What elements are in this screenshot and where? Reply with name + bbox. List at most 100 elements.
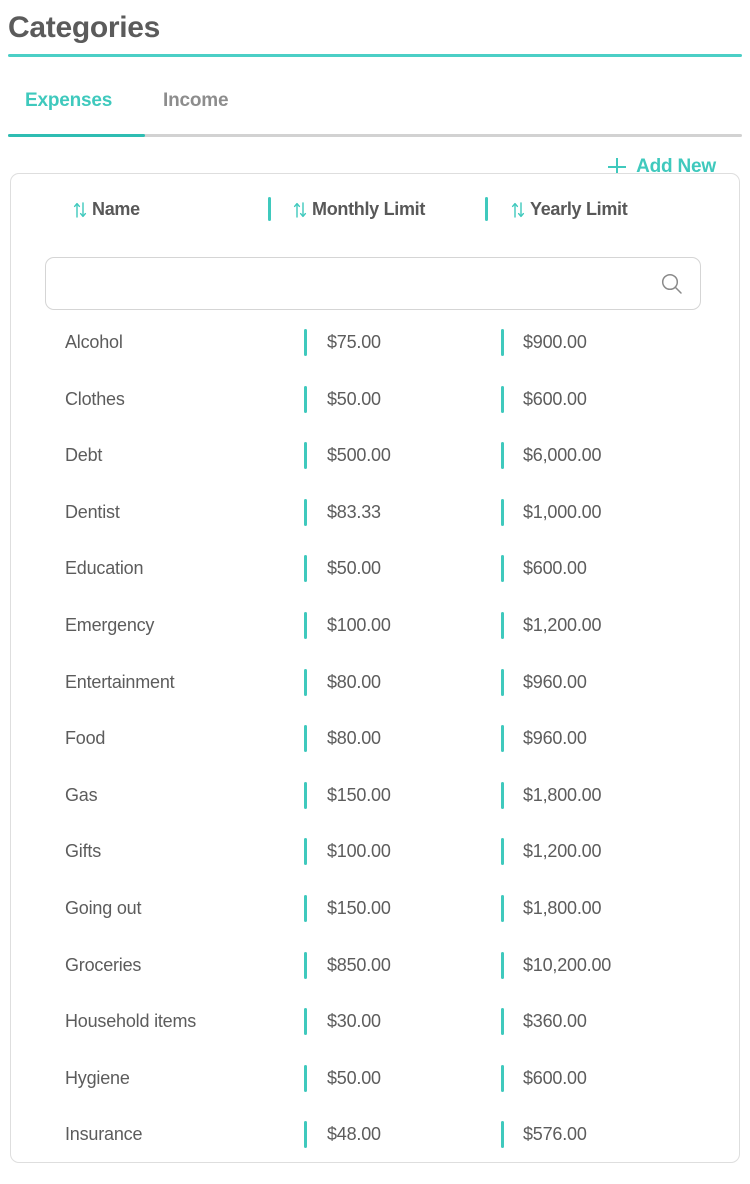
- table-row[interactable]: Gifts $100.00 $1,200.00: [11, 829, 740, 886]
- cell-category-name: Going out: [65, 898, 141, 919]
- row-separator-1: [304, 669, 307, 696]
- cell-monthly-limit: $850.00: [327, 955, 391, 976]
- column-header-yearly-limit-label: Yearly Limit: [530, 199, 627, 220]
- table-row[interactable]: Emergency$100.00$1,200.00: [11, 603, 740, 660]
- row-separator-2: [501, 838, 504, 865]
- sort-updown-icon: [73, 201, 87, 219]
- column-header-name[interactable]: Name: [73, 199, 140, 220]
- cell-monthly-limit: $80.00: [327, 672, 381, 693]
- tab-income[interactable]: Income: [163, 88, 228, 114]
- cell-yearly-limit: $960.00: [523, 728, 587, 749]
- table-row[interactable]: Dentist $83.33 $1,000.00: [11, 490, 740, 547]
- table-row[interactable]: Household items $30.00 $360.00: [11, 999, 740, 1056]
- cell-yearly-limit: $1,800.00: [523, 785, 601, 806]
- table-row[interactable]: Hygiene$50.00$600.00: [11, 1056, 740, 1113]
- cell-category-name: Gas: [65, 785, 97, 806]
- cell-yearly-limit: $1,000.00: [523, 502, 601, 523]
- page-title: Categories: [8, 8, 160, 48]
- cell-yearly-limit: $600.00: [523, 389, 587, 410]
- cell-yearly-limit: $960.00: [523, 672, 587, 693]
- table-row[interactable]: Going out $150.00 $1,800.00: [11, 886, 740, 943]
- categories-card: Name Monthly Limit: [10, 173, 740, 1163]
- cell-monthly-limit: $50.00: [327, 1068, 381, 1089]
- row-separator-2: [501, 499, 504, 526]
- tab-bar: Expenses Income Add New: [0, 72, 750, 134]
- row-separator-2: [501, 1121, 504, 1148]
- cell-monthly-limit: $48.00: [327, 1124, 381, 1145]
- table-row[interactable]: Education$50.00$600.00: [11, 546, 740, 603]
- table-row[interactable]: Alcohol $75.00 $900.00: [11, 320, 740, 377]
- cell-yearly-limit: $6,000.00: [523, 445, 601, 466]
- row-separator-2: [501, 386, 504, 413]
- table-row[interactable]: Entertainment $80.00 $960.00: [11, 660, 740, 717]
- table-row[interactable]: Debt $500.00 $6,000.00: [11, 433, 740, 490]
- cell-monthly-limit: $75.00: [327, 332, 381, 353]
- row-separator-2: [501, 725, 504, 752]
- cell-monthly-limit: $150.00: [327, 785, 391, 806]
- cell-monthly-limit: $80.00: [327, 728, 381, 749]
- sort-updown-icon: [293, 201, 307, 219]
- row-separator-1: [304, 1008, 307, 1035]
- row-separator-1: [304, 838, 307, 865]
- cell-yearly-limit: $360.00: [523, 1011, 587, 1032]
- column-header-yearly-limit[interactable]: Yearly Limit: [511, 199, 627, 220]
- cell-category-name: Debt: [65, 445, 102, 466]
- cell-category-name: Household items: [65, 1011, 196, 1032]
- cell-category-name: Insurance: [65, 1124, 142, 1145]
- row-separator-2: [501, 895, 504, 922]
- tab-underline-active: [8, 134, 145, 137]
- row-separator-1: [304, 386, 307, 413]
- cell-category-name: Food: [65, 728, 105, 749]
- cell-category-name: Groceries: [65, 955, 141, 976]
- cell-yearly-limit: $576.00: [523, 1124, 587, 1145]
- table-row[interactable]: Insurance $48.00 $576.00: [11, 1112, 740, 1163]
- table-row[interactable]: Clothes $50.00 $600.00: [11, 377, 740, 434]
- table-row[interactable]: Gas $150.00 $1,800.00: [11, 773, 740, 830]
- cell-category-name: Clothes: [65, 389, 125, 410]
- sort-updown-icon: [511, 201, 525, 219]
- cell-yearly-limit: $1,200.00: [523, 615, 601, 636]
- row-separator-1: [304, 1065, 307, 1092]
- tab-expenses[interactable]: Expenses: [25, 88, 112, 114]
- search-input[interactable]: [45, 257, 701, 310]
- cell-category-name: Entertainment: [65, 672, 174, 693]
- cell-yearly-limit: $1,800.00: [523, 898, 601, 919]
- cell-monthly-limit: $30.00: [327, 1011, 381, 1032]
- row-separator-1: [304, 952, 307, 979]
- cell-category-name: Gifts: [65, 841, 101, 862]
- cell-monthly-limit: $500.00: [327, 445, 391, 466]
- cell-monthly-limit: $83.33: [327, 502, 381, 523]
- cell-yearly-limit: $10,200.00: [523, 955, 611, 976]
- row-separator-2: [501, 952, 504, 979]
- row-separator-2: [501, 329, 504, 356]
- row-separator-2: [501, 612, 504, 639]
- cell-monthly-limit: $100.00: [327, 841, 391, 862]
- cell-yearly-limit: $600.00: [523, 558, 587, 579]
- cell-yearly-limit: $1,200.00: [523, 841, 601, 862]
- row-separator-1: [304, 895, 307, 922]
- cell-monthly-limit: $50.00: [327, 389, 381, 410]
- column-header-monthly-limit-label: Monthly Limit: [312, 199, 425, 220]
- header-separator-2: [485, 197, 488, 221]
- cell-yearly-limit: $900.00: [523, 332, 587, 353]
- row-separator-1: [304, 329, 307, 356]
- row-separator-1: [304, 725, 307, 752]
- row-separator-1: [304, 555, 307, 582]
- row-separator-2: [501, 1065, 504, 1092]
- row-separator-2: [501, 1008, 504, 1035]
- table-row[interactable]: Groceries $850.00 $10,200.00: [11, 943, 740, 1000]
- cell-category-name: Dentist: [65, 502, 120, 523]
- row-separator-1: [304, 1121, 307, 1148]
- column-header-name-label: Name: [92, 199, 140, 220]
- cell-category-name: Education: [65, 558, 143, 579]
- row-separator-2: [501, 442, 504, 469]
- row-separator-1: [304, 499, 307, 526]
- table-row[interactable]: Food $80.00 $960.00: [11, 716, 740, 773]
- cell-monthly-limit: $150.00: [327, 898, 391, 919]
- cell-yearly-limit: $600.00: [523, 1068, 587, 1089]
- column-header-monthly-limit[interactable]: Monthly Limit: [293, 199, 425, 220]
- cell-category-name: Emergency: [65, 615, 154, 636]
- cell-category-name: Alcohol: [65, 332, 123, 353]
- row-separator-2: [501, 669, 504, 696]
- row-separator-2: [501, 782, 504, 809]
